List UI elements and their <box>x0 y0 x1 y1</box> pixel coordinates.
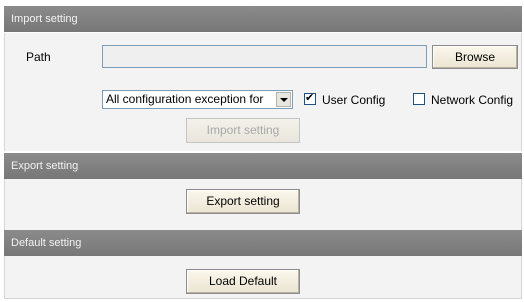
config-type-select[interactable]: All configuration exception for <box>102 90 293 109</box>
chevron-down-icon[interactable] <box>276 92 291 107</box>
path-label: Path <box>26 50 51 64</box>
user-config-label: User Config <box>322 93 386 107</box>
user-config-checkbox[interactable]: ✔ <box>304 91 316 105</box>
export-setting-header: Export setting <box>4 153 522 179</box>
import-setting-header: Import setting <box>4 6 522 32</box>
network-config-label: Network Config <box>431 93 514 107</box>
config-type-select-value: All configuration exception for <box>106 92 264 106</box>
import-setting-button[interactable]: Import setting <box>186 118 300 143</box>
checkmark-icon: ✔ <box>305 91 315 104</box>
default-setting-header: Default setting <box>4 230 522 256</box>
export-setting-button[interactable]: Export setting <box>186 189 300 214</box>
network-config-checkbox[interactable] <box>413 93 425 105</box>
path-input[interactable] <box>102 45 427 68</box>
browse-button[interactable]: Browse <box>432 45 518 69</box>
load-default-button[interactable]: Load Default <box>186 269 300 294</box>
